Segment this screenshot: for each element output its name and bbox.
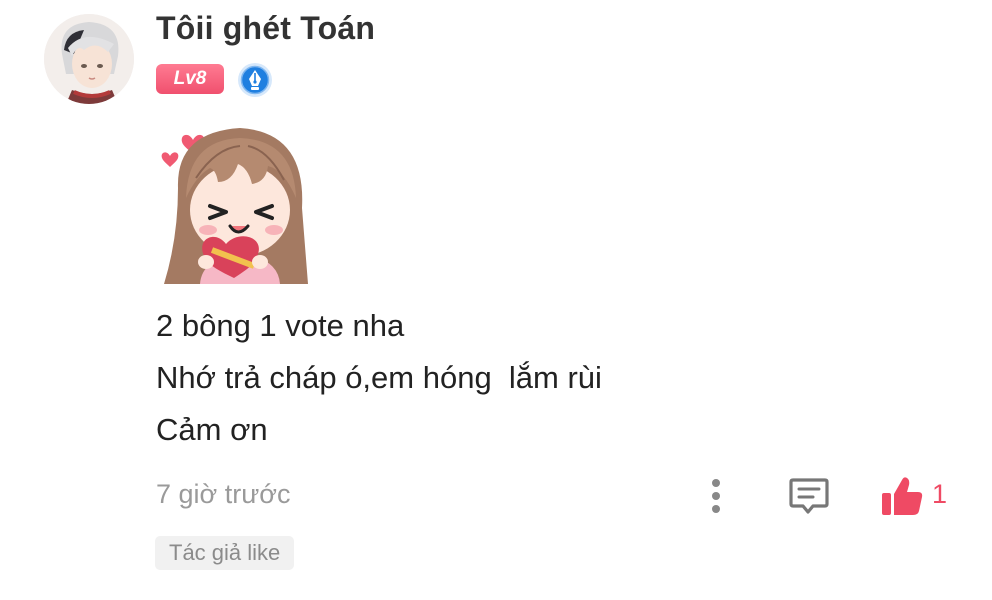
thumbs-up-icon xyxy=(882,477,923,515)
quill-pen-badge-icon xyxy=(237,62,273,98)
more-options-button[interactable] xyxy=(700,474,732,518)
username[interactable]: Tôii ghét Toán xyxy=(156,10,375,47)
like-button[interactable]: 1 xyxy=(876,470,956,520)
comment-line: Cảm ơn xyxy=(156,412,268,447)
like-count: 1 xyxy=(932,479,948,509)
anime-girl-heart-sticker[interactable] xyxy=(156,118,316,284)
avatar-image xyxy=(44,14,134,104)
level-badge: Lv8 xyxy=(156,64,224,94)
comment-line: Nhớ trả cháp ó,em hóng lắm rùi xyxy=(156,360,602,395)
comment-text: 2 bông 1 vote nha Nhớ trả cháp ó,em hóng… xyxy=(156,300,756,456)
comment-card: Tôii ghét Toán Lv8 2 bông 1 vote nha Nhớ… xyxy=(0,0,992,600)
reply-button[interactable] xyxy=(786,474,832,518)
comment-reply-icon xyxy=(789,478,829,514)
avatar[interactable] xyxy=(44,14,134,104)
author-like-badge: Tác giả like xyxy=(155,536,295,570)
more-vertical-icon xyxy=(712,479,720,513)
comment-line: 2 bông 1 vote nha xyxy=(156,308,405,343)
timestamp: 7 giờ trước xyxy=(156,479,291,509)
